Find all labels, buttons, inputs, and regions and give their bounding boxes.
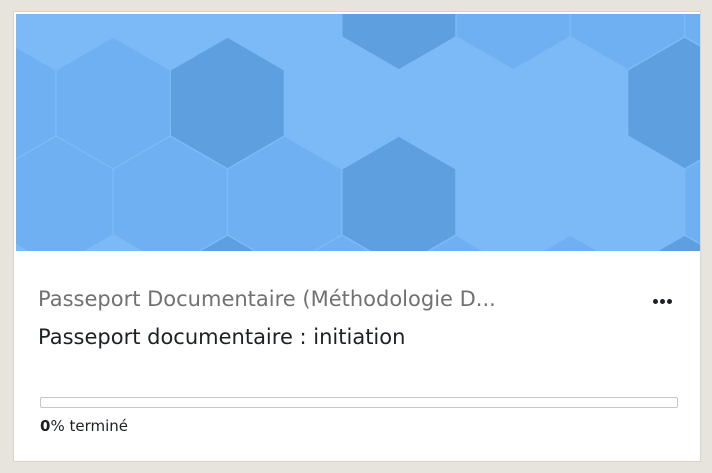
progress-suffix: % terminé [50,417,128,435]
course-actions-button[interactable] [645,289,679,313]
progress-value: 0 [40,417,51,435]
hexagon-pattern-image [16,14,700,251]
progress-bar [40,397,678,408]
more-horizontal-icon [652,298,658,304]
course-name-link[interactable]: Passeport documentaire : initiation [38,323,638,351]
course-card[interactable]: Passeport Documentaire (Méthodologie D..… [13,11,701,462]
course-image[interactable] [16,14,700,251]
course-category: Passeport Documentaire (Méthodologie D..… [38,287,496,311]
course-card-body: Passeport Documentaire (Méthodologie D..… [14,251,700,463]
progress-text: 0% terminé [40,415,128,437]
